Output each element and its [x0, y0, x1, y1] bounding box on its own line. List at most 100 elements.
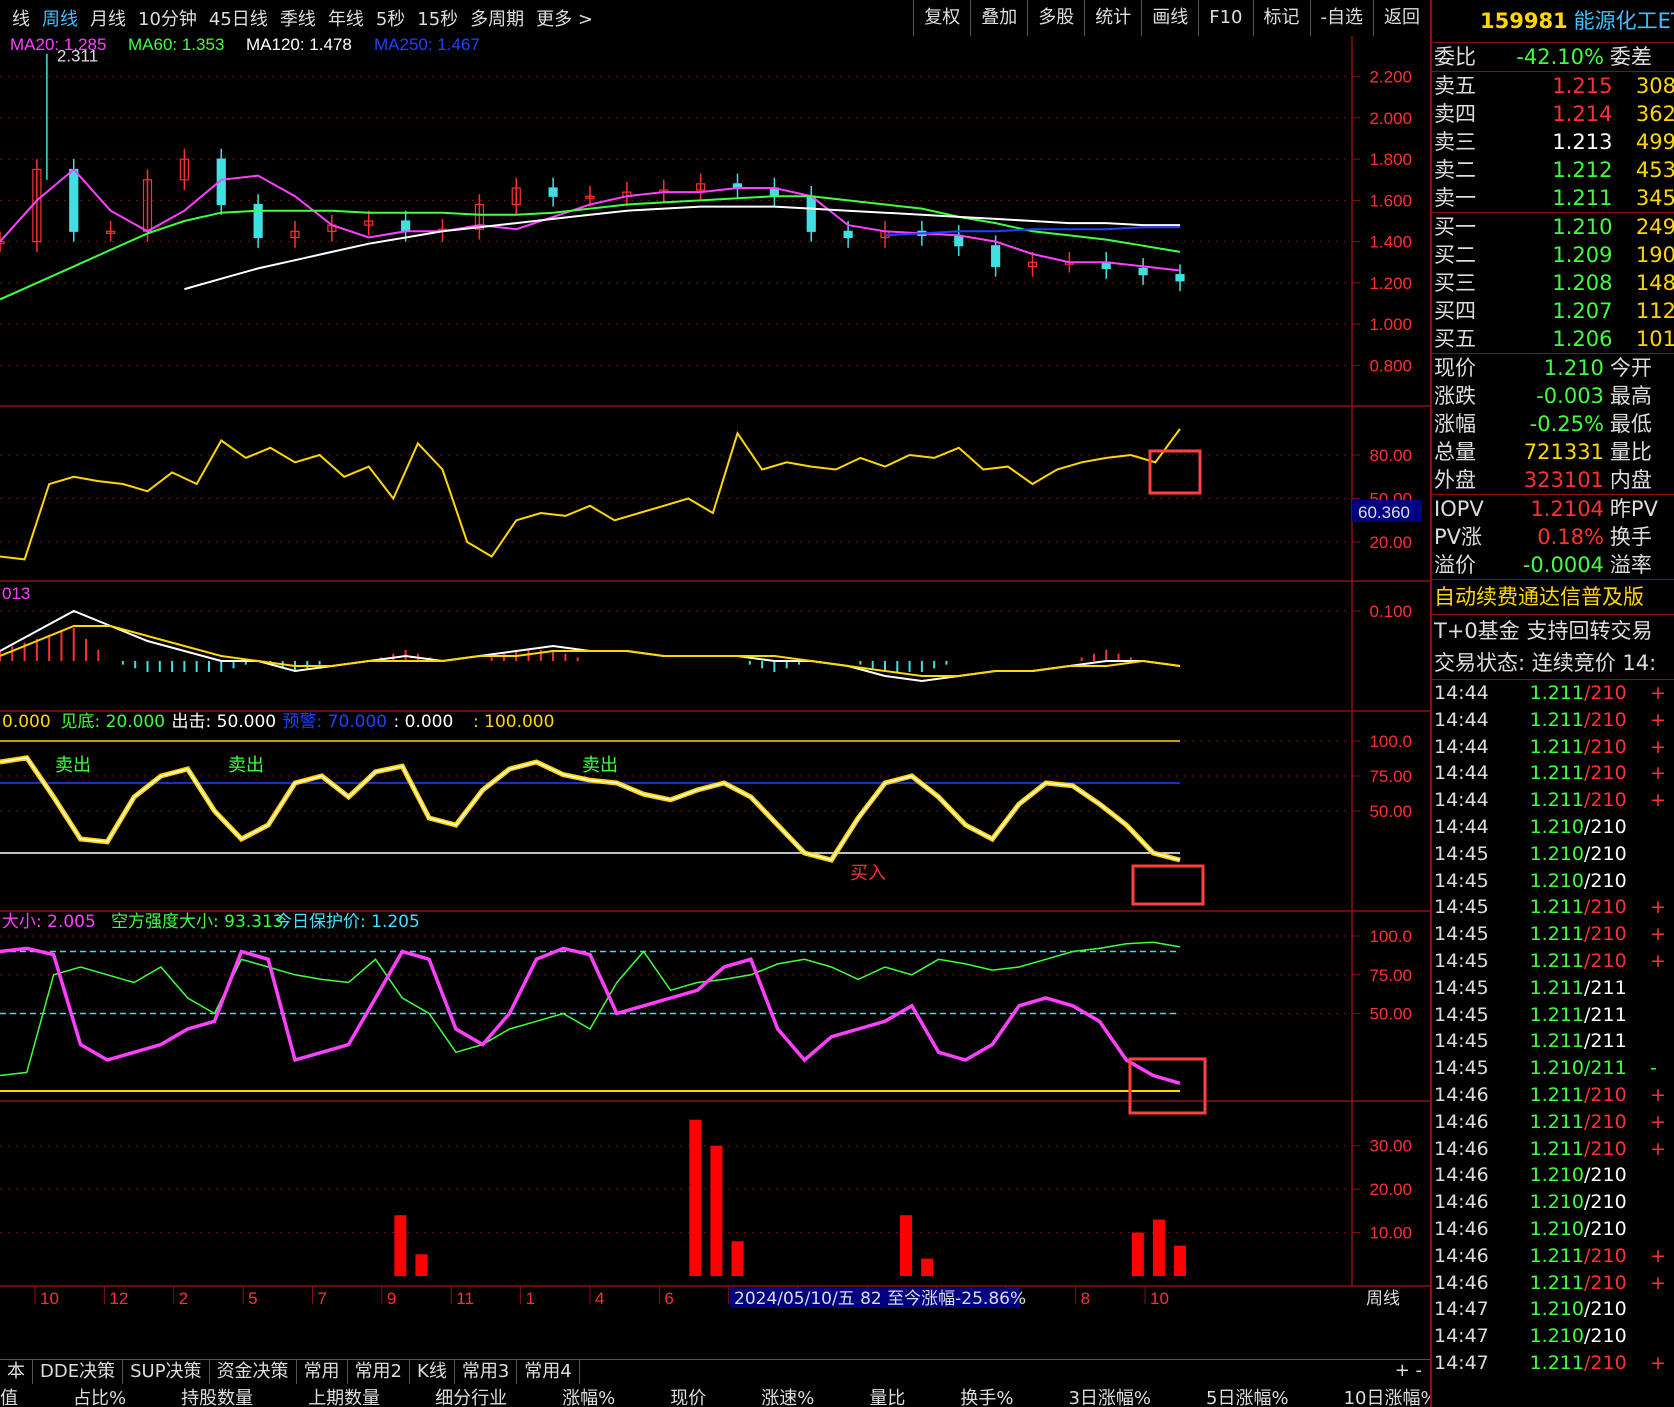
tick-time: 14:46 [1434, 1083, 1489, 1106]
tool-button[interactable]: 画线 [1141, 0, 1198, 36]
stat-row: 涨幅 -0.25% 最低 [1432, 410, 1674, 438]
candle-body [954, 234, 964, 247]
tick-time: 14:45 [1434, 896, 1489, 919]
kdj-legend-item: : 100.000 [473, 712, 554, 732]
tick-volume: /210 [1584, 708, 1627, 731]
timeframe-tab[interactable]: 线 [12, 5, 30, 31]
kdj-legend-item: 0.000 [2, 712, 51, 732]
timeframe-tab[interactable]: 月线 [90, 5, 126, 31]
tick-volume: /211 [1584, 1003, 1627, 1026]
kdj-legend-item: 出击: 50.000 [172, 712, 277, 732]
column-header[interactable]: 细分行业 [435, 1384, 507, 1407]
tick-price: 1.211 [1529, 976, 1584, 999]
tick-price: 1.211 [1529, 789, 1584, 812]
tick-flag [1644, 868, 1670, 895]
tick-time: 14:45 [1434, 1030, 1489, 1053]
tool-button[interactable]: F10 [1198, 0, 1252, 36]
timeframe-tab[interactable]: 5秒 [376, 5, 405, 31]
notice-banner[interactable]: 自动续费通达信普及版 [1432, 579, 1674, 614]
tick-flag: + [1650, 1351, 1666, 1374]
tick-price: 1.211 [1529, 1030, 1584, 1053]
timeframe-tab[interactable]: 45日线 [209, 5, 268, 31]
column-header[interactable]: 3日涨幅% [1068, 1384, 1151, 1407]
indicator-tab[interactable]: K线 [410, 1360, 455, 1384]
tick-volume: /210 [1584, 1298, 1627, 1321]
tool-button[interactable]: -自选 [1309, 0, 1374, 36]
tool-button[interactable]: 叠加 [970, 0, 1027, 36]
indicator-tab[interactable]: 本 [0, 1360, 33, 1384]
zoom-controls[interactable]: + - [1395, 1360, 1422, 1381]
timeframe-tab[interactable]: 周线 [42, 5, 78, 31]
tick-list[interactable]: 14:44 1.211/210 +14:44 1.211/210 +14:44 1.211… [1432, 679, 1674, 1377]
tick-flag: + [1650, 1244, 1666, 1267]
volume-bar [921, 1258, 934, 1276]
column-header[interactable]: 涨幅% [562, 1384, 615, 1407]
quote-stats: 现价 1.210 今开 涨跌 -0.003 最高 涨幅 -0.25% 最低 总量 721331 量比外… [1432, 353, 1674, 494]
column-header[interactable]: 量比 [869, 1384, 905, 1407]
book-volume: 148 [1635, 271, 1674, 295]
security-name: 能源化工ET [1573, 9, 1674, 33]
book-label: 卖一 [1434, 186, 1476, 210]
stat-value: -0.0004 [1522, 553, 1604, 577]
x-tick-label: 8 [1081, 1289, 1090, 1308]
tool-button[interactable]: 标记 [1252, 0, 1310, 36]
stat-value: 0.18% [1537, 525, 1604, 549]
column-header[interactable]: 现价 [670, 1384, 706, 1407]
tick-volume: /210 [1584, 1191, 1627, 1214]
tick-price: 1.210 [1529, 869, 1584, 892]
indicator-tab[interactable]: 常用3 [455, 1360, 518, 1384]
tick-row: 14:47 1.210/210 [1432, 1323, 1674, 1350]
column-header[interactable]: 10日涨幅% [1344, 1384, 1430, 1407]
tick-price: 1.210 [1529, 1057, 1584, 1080]
stat-label: 总量 [1434, 440, 1476, 464]
candle-body [401, 220, 411, 232]
indicator-tab[interactable]: 常用 [297, 1360, 348, 1384]
candle-body [991, 245, 1001, 267]
book-label: 买五 [1434, 327, 1476, 351]
tick-row: 14:45 1.210/210 [1432, 868, 1674, 895]
tool-button[interactable]: 复权 [913, 0, 970, 36]
tick-volume: /210 [1584, 1351, 1627, 1374]
kline-chart[interactable]: 2.200 2.000 1.800 1.600 1.400 1.200 1.000 0.800… [0, 36, 1430, 1358]
book-label: 买一 [1434, 215, 1476, 239]
book-volume: 308 [1635, 74, 1674, 98]
tool-button[interactable]: 统计 [1084, 0, 1141, 36]
tick-flag [1644, 1323, 1670, 1350]
y-tick-label: 100.0 [1369, 732, 1412, 751]
timeframe-tab[interactable]: 10分钟 [138, 5, 197, 31]
y-tick-label: 1.000 [1369, 315, 1412, 334]
buy-signal: 买入 [850, 863, 886, 884]
tick-time: 14:44 [1434, 735, 1489, 758]
column-header[interactable]: 占比% [73, 1384, 126, 1407]
timeframe-tab[interactable]: 季线 [280, 5, 316, 31]
timeframe-tab[interactable]: 年线 [328, 5, 364, 31]
tick-flag: + [1650, 708, 1666, 731]
column-header[interactable]: 值 [0, 1384, 18, 1407]
tool-button[interactable]: 多股 [1027, 0, 1084, 36]
indicator-tab[interactable]: DDE决策 [33, 1360, 124, 1384]
timeframe-tab[interactable]: 多周期 [470, 5, 524, 31]
column-header[interactable]: 持股数量 [181, 1384, 253, 1407]
strength-legend-item: 空方强度大小: 93.313 [111, 912, 284, 932]
tick-price: 1.210 [1529, 1164, 1584, 1187]
indicator-tab[interactable]: 常用2 [348, 1360, 411, 1384]
tick-row: 14:46 1.210/210 [1432, 1162, 1674, 1189]
tick-time: 14:45 [1434, 1057, 1489, 1080]
sell-signal: 卖出 [228, 755, 264, 776]
column-header[interactable]: 上期数量 [308, 1384, 380, 1407]
indicator-tab[interactable]: SUP决策 [123, 1360, 210, 1384]
timeframe-tab[interactable]: 更多 > [536, 5, 593, 31]
tick-volume: /210 [1584, 896, 1627, 919]
timeframe-tab[interactable]: 15秒 [417, 5, 458, 31]
y-tick-label: 75.00 [1369, 966, 1412, 985]
tick-row: 14:44 1.211/210 + [1432, 787, 1674, 814]
tick-row: 14:45 1.210/210 [1432, 841, 1674, 868]
column-header[interactable]: 涨速% [761, 1384, 814, 1407]
tool-button[interactable]: 返回 [1373, 0, 1430, 36]
x-tick-label: 12 [109, 1289, 128, 1308]
indicator-tab[interactable]: 常用4 [517, 1360, 580, 1384]
column-header[interactable]: 换手% [960, 1384, 1013, 1407]
column-header[interactable]: 5日涨幅% [1206, 1384, 1289, 1407]
t0-info: T+0基金 支持回转交易 [1432, 614, 1674, 647]
indicator-tab[interactable]: 资金决策 [210, 1360, 297, 1384]
